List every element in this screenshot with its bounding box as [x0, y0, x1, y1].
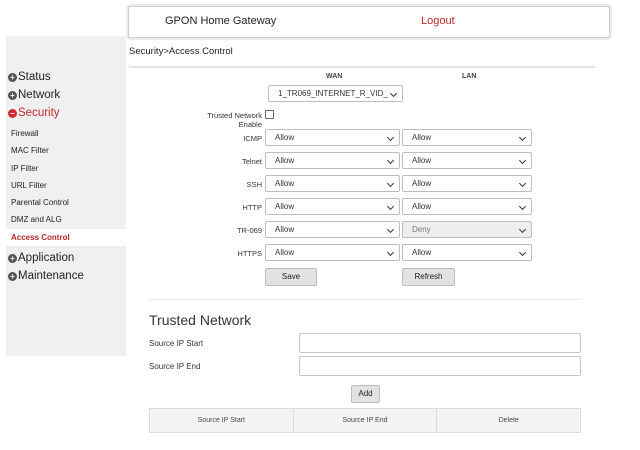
sidebar-item-network[interactable]: + Network — [6, 86, 126, 104]
protocol-label-icmp: ICMP — [243, 134, 262, 143]
source-ip-end-input[interactable] — [299, 356, 581, 376]
protocol-label-https: HTTPS — [237, 249, 262, 258]
wan-interface-value: 1_TR069_INTERNET_R_VID_ — [278, 89, 388, 98]
sidebar-subitem-ip-filter[interactable]: IP Filter — [6, 160, 126, 177]
sidebar-item-label: Application — [18, 252, 75, 265]
sidebar-item-label: Maintenance — [18, 270, 84, 283]
table-header-source-ip-start: Source IP Start — [150, 409, 294, 432]
ssh-wan-select[interactable]: Allow — [265, 175, 400, 192]
top-header: GPON Home Gateway Logout — [128, 6, 610, 38]
add-button[interactable]: Add — [351, 385, 380, 403]
protocol-label-ssh: SSH — [246, 180, 262, 189]
sidebar-subitem-access-control[interactable]: Access Control — [6, 228, 126, 247]
plus-icon: + — [8, 90, 17, 100]
source-ip-start-input[interactable] — [299, 333, 581, 353]
http-wan-select[interactable]: Allow — [265, 198, 400, 215]
trusted-network-title: Trusted Network — [149, 312, 252, 328]
select-value: Allow — [275, 225, 295, 234]
logout-link[interactable]: Logout — [421, 15, 455, 27]
chevron-down-icon — [518, 179, 527, 188]
protocol-label-http: HTTP — [242, 203, 262, 212]
chevron-down-icon — [518, 225, 527, 234]
table-header-source-ip-end: Source IP End — [294, 409, 438, 432]
chevron-down-icon — [386, 225, 395, 234]
protocol-label-tr069: TR-069 — [236, 226, 262, 235]
source-ip-start-label: Source IP Start — [149, 339, 204, 348]
select-value: Allow — [412, 248, 432, 257]
sidebar-item-maintenance[interactable]: + Maintenance — [6, 267, 126, 285]
lan-column-header: LAN — [462, 73, 477, 80]
https-lan-select[interactable]: Allow — [402, 244, 532, 261]
sidebar-item-application[interactable]: + Application — [6, 249, 126, 267]
sidebar-subitem-dmz-alg[interactable]: DMZ and ALG — [6, 211, 126, 228]
chevron-down-icon — [518, 133, 527, 142]
sidebar-item-status[interactable]: + Status — [6, 68, 126, 86]
icmp-lan-select[interactable]: Allow — [402, 129, 532, 146]
sidebar-subitem-firewall[interactable]: Firewall — [6, 125, 126, 142]
section-divider — [149, 299, 581, 300]
breadcrumb: Security>Access Control — [129, 46, 233, 57]
sidebar-subitem-mac-filter[interactable]: MAC Filter — [6, 142, 126, 159]
chevron-down-icon — [518, 202, 527, 211]
tr069-lan-select: Deny — [402, 221, 532, 238]
select-value: Allow — [275, 248, 295, 257]
chevron-down-icon — [389, 89, 398, 98]
sidebar-item-security[interactable]: − Security — [6, 104, 126, 122]
sidebar-subitem-parental-control[interactable]: Parental Control — [6, 194, 126, 211]
gateway-title: GPON Home Gateway — [165, 15, 277, 27]
sidebar-item-label: Network — [18, 89, 61, 101]
chevron-down-icon — [386, 248, 395, 257]
trusted-network-enable-label: Trusted Network Enable — [207, 111, 262, 129]
save-button[interactable]: Save — [265, 268, 317, 286]
protocol-label-telnet: Telnet — [241, 157, 262, 166]
minus-icon: − — [8, 108, 17, 118]
chevron-down-icon — [386, 179, 395, 188]
select-value: Allow — [275, 179, 295, 188]
https-wan-select[interactable]: Allow — [265, 244, 400, 261]
source-ip-end-label: Source IP End — [149, 362, 201, 371]
chevron-down-icon — [386, 202, 395, 211]
trusted-network-enable-checkbox[interactable] — [265, 110, 274, 119]
wan-interface-select[interactable]: 1_TR069_INTERNET_R_VID_ — [268, 85, 403, 102]
telnet-wan-select[interactable]: Allow — [265, 152, 400, 169]
icmp-wan-select[interactable]: Allow — [265, 129, 400, 146]
divider — [129, 66, 595, 68]
table-header-delete: Delete — [498, 417, 519, 424]
http-lan-select[interactable]: Allow — [402, 198, 532, 215]
refresh-button[interactable]: Refresh — [402, 268, 455, 286]
ssh-lan-select[interactable]: Allow — [402, 175, 532, 192]
select-value: Allow — [275, 202, 295, 211]
sidebar-subitem-url-filter[interactable]: URL Filter — [6, 177, 126, 194]
sidebar: + Status + Network − Security Firewall M… — [6, 36, 126, 356]
select-value: Allow — [412, 133, 432, 142]
select-value: Allow — [275, 133, 295, 142]
tr069-wan-select[interactable]: Allow — [265, 221, 400, 238]
plus-icon: + — [8, 72, 17, 82]
trusted-network-table: Source IP Start Source IP End Delete — [149, 408, 581, 433]
select-value: Allow — [412, 156, 432, 165]
chevron-down-icon — [386, 133, 395, 142]
plus-icon: + — [8, 271, 17, 281]
sidebar-item-label: Status — [18, 71, 51, 83]
select-value: Allow — [412, 179, 432, 188]
select-value: Allow — [275, 156, 295, 165]
select-value: Deny — [412, 225, 431, 234]
chevron-down-icon — [386, 156, 395, 165]
telnet-lan-select[interactable]: Allow — [402, 152, 532, 169]
chevron-down-icon — [518, 156, 527, 165]
wan-column-header: WAN — [326, 73, 343, 80]
plus-icon: + — [8, 253, 17, 263]
chevron-down-icon — [518, 248, 527, 257]
select-value: Allow — [412, 202, 432, 211]
sidebar-item-label: Security — [18, 107, 60, 119]
